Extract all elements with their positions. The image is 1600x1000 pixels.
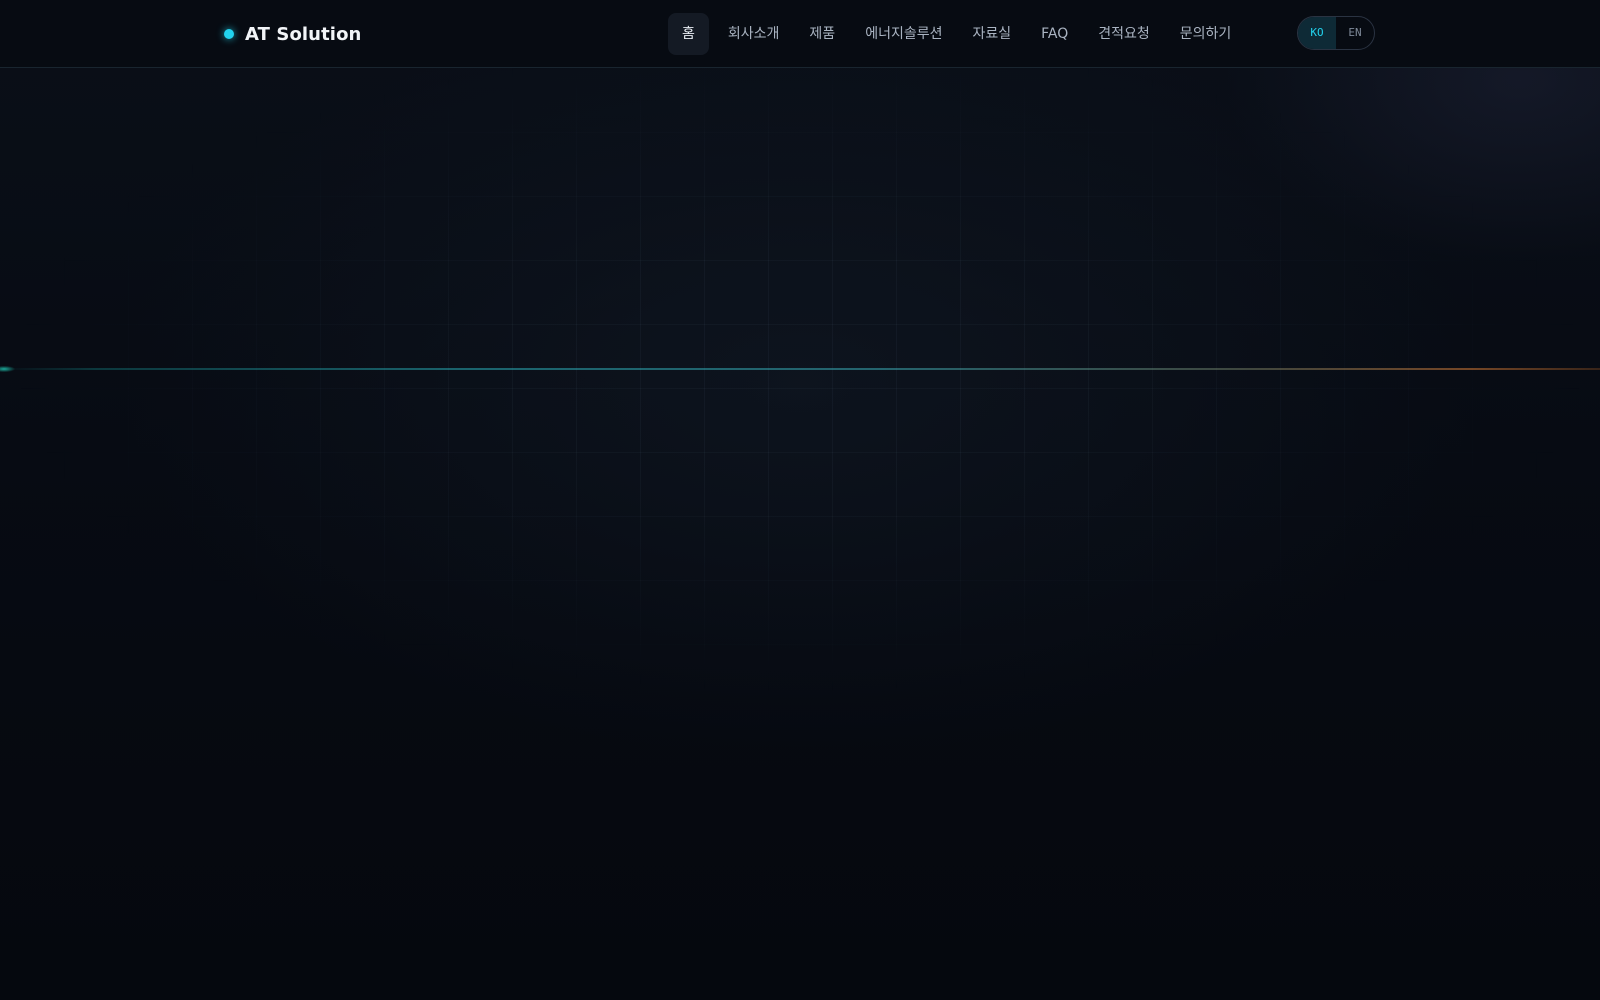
horizontal-glow-line: [0, 368, 1600, 370]
brand-dot-icon: [224, 29, 234, 39]
language-option-ko[interactable]: KO: [1298, 17, 1336, 49]
brand-logo[interactable]: AT Solution: [224, 20, 361, 48]
nav-item-energy-solution[interactable]: 에너지솔루션: [850, 13, 957, 55]
glow-line-tip: [0, 365, 18, 373]
nav-item-products[interactable]: 제품: [794, 13, 850, 55]
site-header: AT Solution 홈 회사소개 제품 에너지솔루션 자료실 FAQ 견적요…: [0, 0, 1600, 68]
language-option-en[interactable]: EN: [1336, 17, 1374, 49]
main-nav: 홈 회사소개 제품 에너지솔루션 자료실 FAQ 견적요청 문의하기: [668, 13, 1246, 55]
language-toggle: KO EN: [1297, 16, 1375, 50]
nav-item-home[interactable]: 홈: [668, 13, 709, 55]
nav-item-about[interactable]: 회사소개: [713, 13, 795, 55]
nav-item-contact[interactable]: 문의하기: [1165, 13, 1247, 55]
brand-name: AT Solution: [245, 23, 362, 45]
nav-item-quote-request[interactable]: 견적요청: [1083, 13, 1165, 55]
page: AT Solution 홈 회사소개 제품 에너지솔루션 자료실 FAQ 견적요…: [0, 0, 1600, 1000]
background-grid: [0, 68, 1600, 708]
nav-item-resources[interactable]: 자료실: [957, 13, 1026, 55]
nav-item-faq[interactable]: FAQ: [1026, 13, 1083, 55]
